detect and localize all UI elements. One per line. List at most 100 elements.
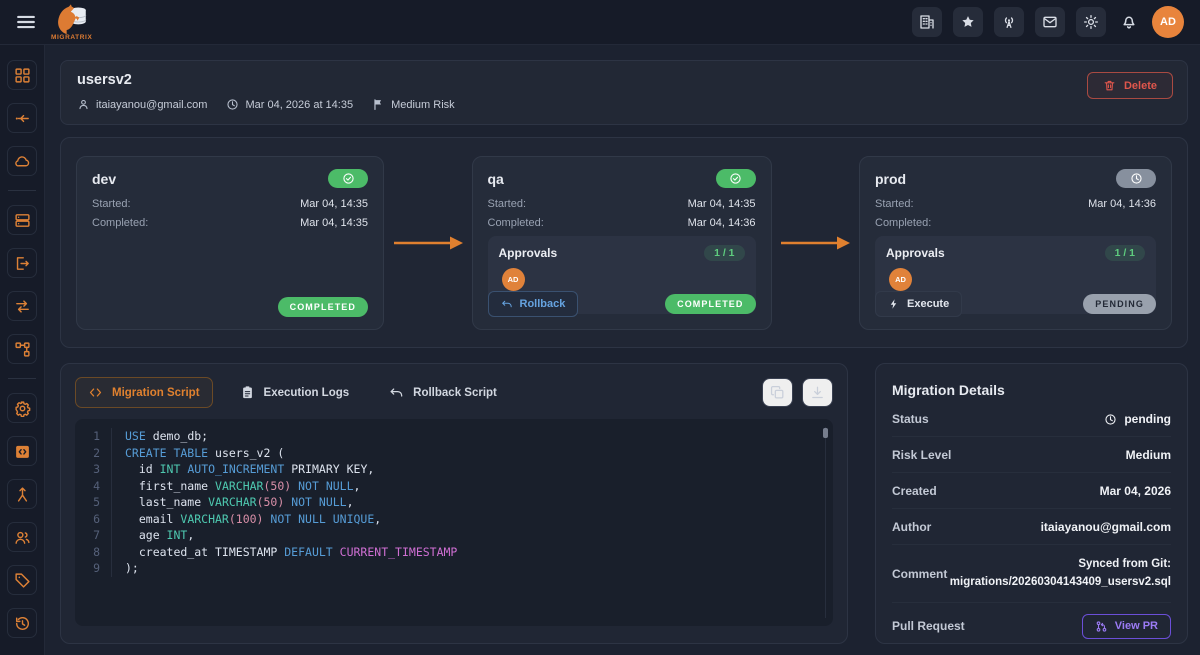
building-icon-button[interactable] bbox=[912, 7, 942, 37]
details-value: itaiayanou@gmail.com bbox=[1041, 520, 1171, 534]
line-number: 7 bbox=[75, 527, 111, 544]
details-row-comment: CommentSynced from Git:migrations/202603… bbox=[892, 545, 1171, 603]
tab-execution-logs[interactable]: Execution Logs bbox=[227, 377, 363, 408]
sidebar-codeboard-icon[interactable] bbox=[7, 436, 37, 466]
sidebar-flow-icon[interactable] bbox=[7, 334, 37, 364]
details-value: pending bbox=[1104, 412, 1171, 426]
details-label: Status bbox=[892, 412, 929, 426]
clipboard-icon bbox=[240, 385, 255, 400]
env-timestamp-row: Completed:Mar 04, 14:36 bbox=[488, 217, 756, 229]
env-card-dev: devStarted:Mar 04, 14:35Completed:Mar 04… bbox=[76, 156, 384, 330]
line-number: 8 bbox=[75, 544, 111, 561]
sidebar-users-icon[interactable] bbox=[7, 522, 37, 552]
env-name: qa bbox=[488, 171, 504, 187]
copy-button[interactable] bbox=[762, 378, 793, 407]
details-value: Mar 04, 2026 bbox=[1100, 484, 1171, 498]
delete-label: Delete bbox=[1124, 80, 1157, 92]
environment-pipeline: dev Started:Mar 04, 14:35 Completed:Mar 04… bbox=[60, 137, 1188, 348]
execute-button[interactable]: Execute bbox=[875, 291, 962, 317]
line-number: 2 bbox=[75, 445, 111, 462]
user-avatar[interactable]: AD bbox=[1152, 6, 1184, 38]
env-timestamp-row: Completed: bbox=[875, 217, 1156, 229]
rollback-button[interactable]: Rollback bbox=[488, 291, 579, 317]
line-number: 9 bbox=[75, 560, 111, 577]
tab-rollback-script[interactable]: Rollback Script bbox=[376, 377, 510, 408]
code-line: 1USE demo_db; bbox=[75, 428, 833, 445]
sidebar-gear-icon[interactable] bbox=[7, 393, 37, 423]
code-line: 3 id INT AUTO_INCREMENT PRIMARY KEY, bbox=[75, 461, 833, 478]
sql-code-viewer: 1USE demo_db;2CREATE TABLE users_v2 (3 i… bbox=[75, 419, 833, 626]
notifications-bell-icon[interactable] bbox=[1120, 13, 1138, 31]
trash-icon bbox=[1103, 79, 1116, 92]
sidebar-history-icon[interactable] bbox=[7, 608, 37, 638]
details-row-author: Author itaiayanou@gmail.com bbox=[892, 509, 1171, 545]
code-line: 5 last_name VARCHAR(50) NOT NULL, bbox=[75, 494, 833, 511]
code-icon bbox=[88, 385, 103, 400]
code-toolbar bbox=[762, 378, 833, 407]
approvals-count-badge: 1 / 1 bbox=[704, 245, 744, 261]
sidebar-fork-icon[interactable] bbox=[7, 479, 37, 509]
sidebar-grid-icon[interactable] bbox=[7, 60, 37, 90]
pipeline-arrow-icon bbox=[384, 156, 472, 329]
env-card-qa: qa Started:Mar 04, 14:35 Completed:Mar 04,… bbox=[472, 156, 772, 330]
approver-avatar[interactable]: AD bbox=[889, 268, 912, 291]
env-name: prod bbox=[875, 171, 906, 187]
approver-avatar[interactable]: AD bbox=[502, 268, 525, 291]
sidebar-cloud-icon[interactable] bbox=[7, 146, 37, 176]
migration-meta: itaiayanou@gmail.comMar 04, 2026 at 14:3… bbox=[77, 98, 1171, 111]
sidebar-divider bbox=[8, 190, 36, 191]
details-label: Pull Request bbox=[892, 619, 965, 633]
sidebar-plug-icon[interactable] bbox=[7, 103, 37, 133]
details-row-status: Status pending bbox=[892, 401, 1171, 437]
app-logo[interactable]: MIGRATRIX bbox=[51, 0, 92, 45]
sidebar-swap-icon[interactable] bbox=[7, 291, 37, 321]
tab-migration-script[interactable]: Migration Script bbox=[75, 377, 213, 408]
scrollbar-thumb[interactable] bbox=[823, 428, 828, 438]
view-pr-button[interactable]: View PR bbox=[1082, 614, 1171, 639]
code-line: 6 email VARCHAR(100) NOT NULL UNIQUE, bbox=[75, 511, 833, 528]
scrollbar-track bbox=[825, 427, 826, 618]
clock-icon bbox=[1104, 413, 1117, 426]
meta-flag: Medium Risk bbox=[372, 98, 455, 111]
brand-name: MIGRATRIX bbox=[51, 34, 92, 41]
details-row-created: CreatedMar 04, 2026 bbox=[892, 473, 1171, 509]
script-tabs: Migration Script Execution Logs Rollback S… bbox=[75, 377, 833, 408]
main-content: usersv2 itaiayanou@gmail.comMar 04, 2026… bbox=[45, 45, 1200, 655]
approvals-title: Approvals bbox=[886, 246, 945, 260]
sun-icon-button[interactable] bbox=[1076, 7, 1106, 37]
hamburger-menu-icon[interactable] bbox=[15, 11, 37, 33]
script-panel: Migration Script Execution Logs Rollback S… bbox=[60, 363, 848, 644]
details-title: Migration Details bbox=[892, 382, 1171, 398]
details-label: Risk Level bbox=[892, 448, 951, 462]
pipeline-arrow-icon bbox=[772, 156, 860, 329]
env-status-badge: COMPLETED bbox=[278, 297, 368, 317]
env-timestamp-row: Started:Mar 04, 14:35 bbox=[488, 198, 756, 210]
code-line: 8 created_at TIMESTAMP DEFAULT CURRENT_T… bbox=[75, 544, 833, 561]
details-value: Medium bbox=[1126, 448, 1171, 462]
details-value: Synced from Git:migrations/2026030414340… bbox=[950, 556, 1171, 592]
topbar: MIGRATRIX AD bbox=[0, 0, 1200, 45]
undo-icon bbox=[389, 385, 404, 400]
delete-button[interactable]: Delete bbox=[1087, 72, 1173, 99]
clock-icon bbox=[226, 98, 239, 111]
page-title: usersv2 bbox=[77, 72, 1171, 88]
sidebar bbox=[0, 45, 45, 655]
env-status-checkCircle-icon bbox=[328, 169, 368, 188]
code-line: 7 age INT, bbox=[75, 527, 833, 544]
code-line: 4 first_name VARCHAR(50) NOT NULL, bbox=[75, 478, 833, 495]
env-name: dev bbox=[92, 171, 116, 187]
env-timestamp-row: Completed:Mar 04, 14:35 bbox=[92, 217, 368, 229]
star-icon-button[interactable] bbox=[953, 7, 983, 37]
approvals-title: Approvals bbox=[499, 246, 558, 260]
person-icon bbox=[77, 98, 90, 111]
code-line: 9); bbox=[75, 560, 833, 577]
sidebar-servers-icon[interactable] bbox=[7, 205, 37, 235]
pr-icon bbox=[1095, 620, 1108, 633]
antenna-icon-button[interactable] bbox=[994, 7, 1024, 37]
details-label: Author bbox=[892, 520, 931, 534]
line-number: 3 bbox=[75, 461, 111, 478]
mail-icon-button[interactable] bbox=[1035, 7, 1065, 37]
download-button[interactable] bbox=[802, 378, 833, 407]
sidebar-door-icon[interactable] bbox=[7, 248, 37, 278]
sidebar-tag-icon[interactable] bbox=[7, 565, 37, 595]
